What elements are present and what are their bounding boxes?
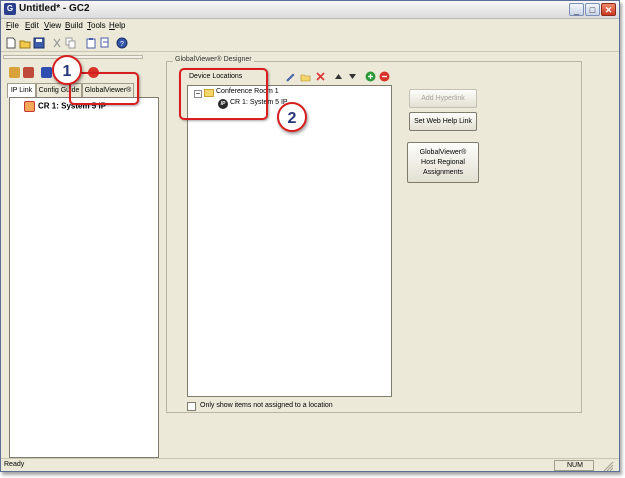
menu-build[interactable]: Build (65, 21, 83, 30)
status-text: Ready (4, 461, 25, 468)
maximize-button[interactable]: □ (585, 3, 600, 16)
add-icon[interactable] (365, 71, 376, 82)
menu-bar: File Edit View Build Tools Help (1, 21, 619, 35)
resize-grip-icon[interactable] (602, 461, 614, 471)
paste-icon[interactable] (85, 37, 97, 49)
app-icon: G (4, 3, 16, 15)
window-title: Untitled* - GC2 (19, 3, 90, 14)
tab-ip-link[interactable]: IP Link (7, 83, 36, 98)
menu-file[interactable]: File (6, 21, 19, 30)
only-unassigned-checkbox[interactable] (187, 402, 196, 411)
edit-icon[interactable] (285, 71, 296, 82)
delete-icon[interactable] (315, 71, 326, 82)
save-icon[interactable] (33, 37, 45, 49)
toolbar: ? (1, 36, 619, 52)
gv-host-line-2: Host Regional (421, 158, 465, 166)
new-icon[interactable] (5, 37, 17, 49)
callout-1-badge: 1 (52, 55, 82, 85)
set-web-help-link-button[interactable]: Set Web Help Link (409, 112, 477, 131)
menu-tools[interactable]: Tools (87, 21, 106, 30)
folder-icon[interactable] (9, 67, 20, 78)
svg-text:?: ? (120, 41, 124, 48)
move-down-icon[interactable] (347, 71, 358, 82)
minimize-button[interactable]: _ (569, 3, 584, 16)
remove-icon[interactable] (379, 71, 390, 82)
main-window: G Untitled* - GC2 _ □ ✕ File Edit View B… (0, 0, 620, 472)
callout-2-highlight (179, 68, 268, 120)
close-button[interactable]: ✕ (601, 3, 616, 16)
arrow-down-icon[interactable] (41, 67, 52, 78)
menu-help[interactable]: Help (109, 21, 125, 30)
undo-icon[interactable] (99, 37, 111, 49)
help-icon[interactable]: ? (116, 37, 128, 49)
gv-host-regional-assignments-button[interactable]: GlobalViewer® Host Regional Assignments (407, 142, 479, 183)
device-icon (24, 101, 35, 112)
move-up-icon[interactable] (333, 71, 344, 82)
open-icon[interactable] (19, 37, 31, 49)
menu-edit[interactable]: Edit (25, 21, 39, 30)
gv-host-line-1: GlobalViewer® (419, 148, 467, 156)
num-lock-indicator: NUM (554, 460, 594, 471)
only-unassigned-label: Only show items not assigned to a locati… (200, 402, 333, 409)
left-panel: IP Link Config Guide GlobalViewer® CR 1:… (3, 55, 159, 458)
cut-icon[interactable] (51, 37, 63, 49)
filter-row: Only show items not assigned to a locati… (187, 402, 407, 414)
status-bar: Ready NUM (1, 458, 619, 472)
gv-host-line-3: Assignments (422, 168, 464, 176)
designer-group-title: GlobalViewer® Designer (173, 56, 254, 63)
device-icon[interactable] (23, 67, 34, 78)
copy-icon[interactable] (65, 37, 77, 49)
new-folder-icon[interactable] (300, 71, 311, 82)
menu-view[interactable]: View (44, 21, 61, 30)
add-hyperlink-button[interactable]: Add Hyperlink (409, 89, 477, 108)
ip-link-tree[interactable]: CR 1: System 5 IP (9, 97, 159, 458)
title-bar[interactable]: G Untitled* - GC2 _ □ ✕ (1, 1, 619, 19)
callout-2-badge: 2 (277, 102, 307, 132)
